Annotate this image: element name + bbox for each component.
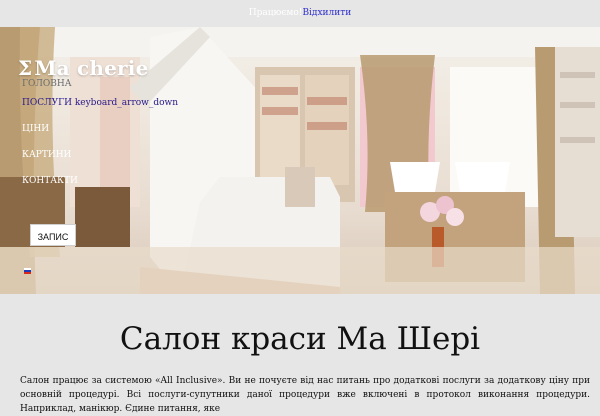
nav-item-services-label: ПОСЛУГИ [22,98,72,108]
dismiss-link[interactable]: Відхилити [302,8,351,18]
chevron-down-icon: keyboard_arrow_down [74,98,179,108]
working-hours-text: Працюємо! [248,8,303,18]
page-description: Салон працює за системою «All Inclusive»… [20,376,590,414]
logo-text: Ma cherie [34,56,149,80]
top-announcement-bar: Працюємо!Відхилити [0,0,600,27]
russian-flag-icon[interactable] [24,268,31,274]
nav-item-prices[interactable]: ЦІНИ [22,124,178,134]
nav-item-gallery[interactable]: КАРТИНИ [22,150,178,160]
page-title: Салон краси Ма Шері [119,321,481,357]
logo-icon: Ʃ [18,56,33,80]
nav-item-contacts[interactable]: КОНТАКТИ [22,176,178,186]
site-logo[interactable]: Ʃ Ma cherie [18,56,149,80]
nav-item-home[interactable]: ГОЛОВНА [22,79,178,89]
nav-item-services[interactable]: ПОСЛУГИ keyboard_arrow_down [22,98,178,108]
hero-banner: Ʃ Ma cherie ГОЛОВНА ПОСЛУГИ keyboard_arro… [0,27,600,294]
main-navigation: ГОЛОВНА ПОСЛУГИ keyboard_arrow_down ЦІНИ… [22,79,178,186]
booking-button[interactable]: ЗАПИС [30,224,76,246]
